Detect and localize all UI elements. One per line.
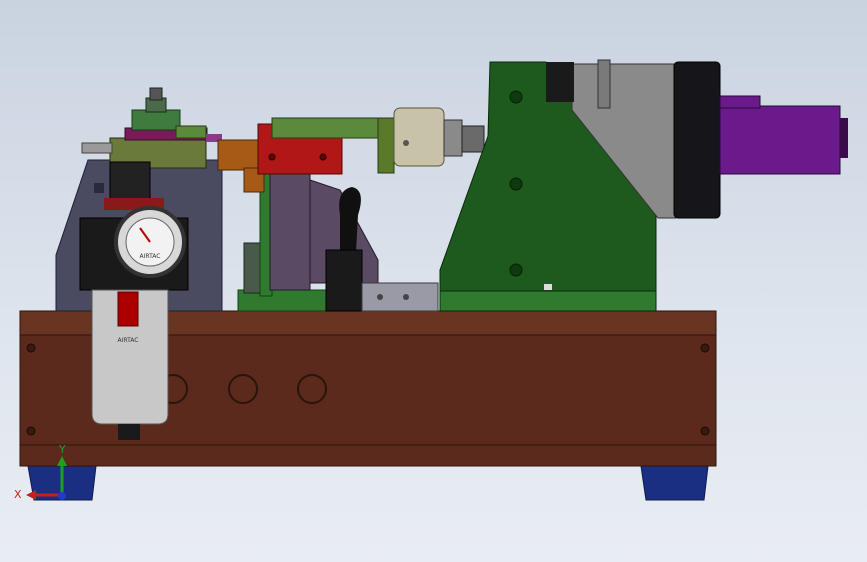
coordinate-triad: Y X bbox=[14, 443, 67, 501]
valve-manifold[interactable] bbox=[361, 282, 439, 312]
triad-y-label: Y bbox=[58, 443, 66, 456]
triad-x-label: X bbox=[14, 488, 22, 501]
bowl-brand-label: AIRTAC bbox=[118, 337, 139, 344]
assembly-model[interactable]: AIRTAC AIRTAC bbox=[0, 0, 867, 562]
motor-flange[interactable] bbox=[673, 61, 721, 219]
support-plate[interactable] bbox=[269, 169, 311, 291]
chuck[interactable] bbox=[393, 107, 445, 167]
drive-motor[interactable] bbox=[719, 105, 841, 175]
base-foot-right[interactable] bbox=[640, 465, 709, 501]
gauge-brand-label: AIRTAC bbox=[140, 253, 161, 260]
cad-viewport[interactable]: AIRTAC AIRTAC Y X bbox=[0, 0, 867, 562]
